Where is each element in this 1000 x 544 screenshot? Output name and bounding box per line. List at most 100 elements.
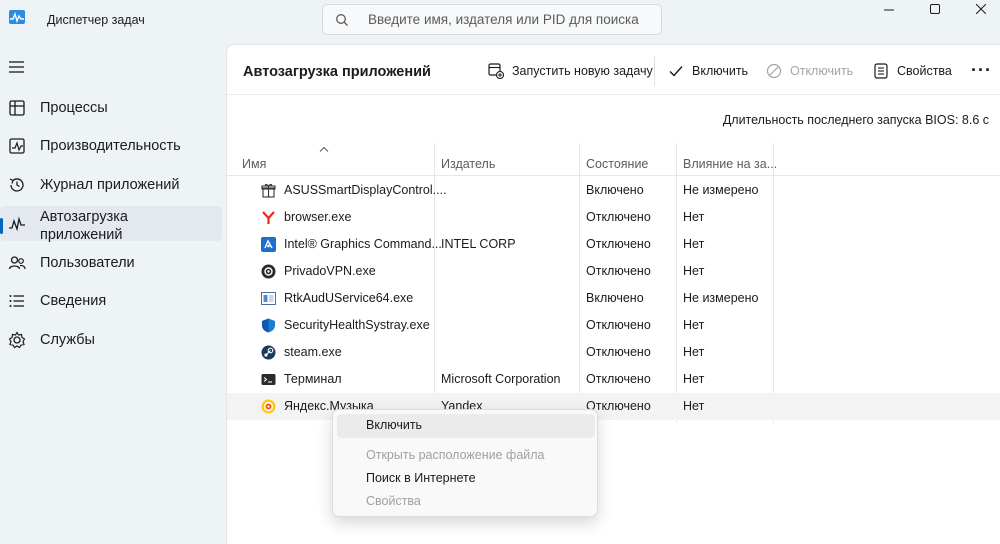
sidebar-item-label: Пользователи [40, 255, 135, 271]
toolbar-divider [227, 94, 1000, 95]
checkmark-icon [669, 66, 683, 77]
toolbar-separator [654, 56, 655, 86]
context-menu-label: Открыть расположение файла [366, 448, 545, 462]
table-row[interactable]: SecurityHealthSystray.exe Отключено Нет [227, 312, 1000, 339]
cell-impact: Нет [683, 237, 705, 251]
context-menu-label: Свойства [366, 494, 421, 508]
block-icon [766, 63, 782, 79]
intel-graphics-icon [261, 237, 276, 252]
properties-icon [874, 63, 888, 79]
table-row[interactable]: steam.exe Отключено Нет [227, 339, 1000, 366]
hamburger-menu-icon[interactable] [8, 60, 26, 74]
properties-label: Свойства [897, 64, 952, 78]
cell-impact: Нет [683, 264, 705, 278]
cell-impact: Нет [683, 210, 705, 224]
cell-name: PrivadoVPN.exe [284, 264, 376, 278]
context-menu-open-file-location[interactable]: Открыть расположение файла [337, 444, 595, 468]
sidebar-item-processes[interactable]: Процессы [0, 90, 222, 126]
steam-icon [261, 345, 276, 360]
minimize-icon [884, 9, 894, 11]
sidebar-item-label: Производительность [40, 138, 181, 154]
services-icon [8, 331, 26, 349]
search-input[interactable]: Введите имя, издателя или PID для поиска [322, 4, 662, 35]
cell-state: Отключено [586, 210, 651, 224]
details-icon [9, 295, 24, 307]
table-row[interactable]: Терминал Microsoft Corporation Отключено… [227, 366, 1000, 393]
table-row[interactable]: PrivadoVPN.exe Отключено Нет [227, 258, 1000, 285]
terminal-icon [261, 374, 276, 385]
cell-state: Отключено [586, 264, 651, 278]
enable-button[interactable]: Включить [668, 60, 748, 82]
gift-box-icon [261, 183, 276, 198]
sidebar-item-startup-apps[interactable]: Автозагрузка приложений [0, 206, 222, 243]
app-history-icon [9, 178, 24, 192]
search-icon [336, 14, 348, 26]
column-header-impact[interactable]: Влияние на за... [683, 157, 777, 171]
sidebar-item-app-history[interactable]: Журнал приложений [0, 167, 222, 203]
column-header-name[interactable]: Имя [242, 157, 266, 171]
context-menu-properties[interactable]: Свойства [337, 490, 595, 514]
disable-button[interactable]: Отключить [766, 60, 853, 82]
column-header-publisher[interactable]: Издатель [441, 157, 495, 171]
cell-name: Intel® Graphics Command... [284, 237, 442, 251]
cell-name: RtkAudUService64.exe [284, 291, 414, 305]
properties-button[interactable]: Свойства [873, 60, 952, 82]
sidebar-item-label: Журнал приложений [40, 177, 180, 193]
active-indicator [0, 218, 3, 234]
performance-icon [9, 138, 25, 154]
new-task-icon [488, 63, 504, 79]
cell-state: Включено [586, 183, 644, 197]
cell-publisher: Microsoft Corporation [441, 372, 561, 386]
search-placeholder: Введите имя, издателя или PID для поиска [368, 12, 639, 27]
disable-label: Отключить [790, 64, 854, 78]
close-icon [976, 4, 986, 14]
table-row[interactable]: Intel® Graphics Command... INTEL CORP От… [227, 231, 1000, 258]
app-title: Диспетчер задач [47, 13, 145, 27]
maximize-button[interactable] [912, 0, 958, 19]
maximize-icon [930, 4, 940, 14]
context-menu: Включить Открыть расположение файла Поис… [332, 409, 598, 517]
table-row[interactable]: RtkAudUService64.exe Включено Не измерен… [227, 285, 1000, 312]
cell-name: ASUSSmartDisplayControl.... [284, 183, 447, 197]
processes-icon [9, 100, 25, 116]
cell-impact: Не измерено [683, 291, 759, 305]
table-row[interactable]: browser.exe Отключено Нет [227, 204, 1000, 231]
cell-state: Отключено [586, 318, 651, 332]
sidebar-item-label: Автозагрузка приложений [40, 209, 128, 243]
minimize-button[interactable] [866, 0, 912, 20]
title-bar: Диспетчер задач Введите имя, издателя ил… [0, 0, 1000, 44]
cell-state: Отключено [586, 372, 651, 386]
sidebar-item-performance[interactable]: Производительность [0, 128, 222, 164]
context-menu-enable[interactable]: Включить [337, 414, 595, 438]
sort-ascending-icon [319, 146, 329, 152]
privadovpn-icon [261, 264, 276, 279]
cell-name: SecurityHealthSystray.exe [284, 318, 430, 332]
close-button[interactable] [958, 0, 1000, 19]
cell-name: Терминал [284, 372, 342, 386]
sidebar-item-users[interactable]: Пользователи [0, 245, 222, 281]
cell-name: browser.exe [284, 210, 352, 224]
sidebar-item-services[interactable]: Службы [0, 322, 222, 358]
run-new-task-button[interactable]: Запустить новую задачу [488, 60, 653, 82]
context-menu-search-online[interactable]: Поиск в Интернете [337, 467, 595, 491]
cell-impact: Нет [683, 318, 705, 332]
cell-impact: Нет [683, 345, 705, 359]
column-header-state[interactable]: Состояние [586, 157, 648, 171]
table-header-divider [227, 175, 1000, 176]
yandex-music-icon [261, 399, 276, 414]
yandex-browser-icon [262, 211, 275, 224]
sidebar-item-label: Процессы [40, 100, 108, 116]
sidebar-item-label: Службы [40, 332, 95, 348]
sidebar-item-details[interactable]: Сведения [0, 283, 222, 319]
bios-duration-label: Длительность последнего запуска BIOS: 8.… [722, 113, 989, 127]
security-shield-icon [262, 318, 275, 333]
run-new-task-label: Запустить новую задачу [512, 64, 653, 78]
table-row[interactable]: ASUSSmartDisplayControl.... Включено Не … [227, 177, 1000, 204]
startup-apps-icon [9, 216, 25, 232]
cell-name: steam.exe [284, 345, 342, 359]
more-options-icon[interactable]: ··· [971, 60, 992, 81]
context-menu-label: Включить [366, 418, 423, 432]
cell-state: Отключено [586, 345, 651, 359]
realtek-audio-icon [261, 292, 276, 305]
task-manager-icon [9, 10, 25, 24]
